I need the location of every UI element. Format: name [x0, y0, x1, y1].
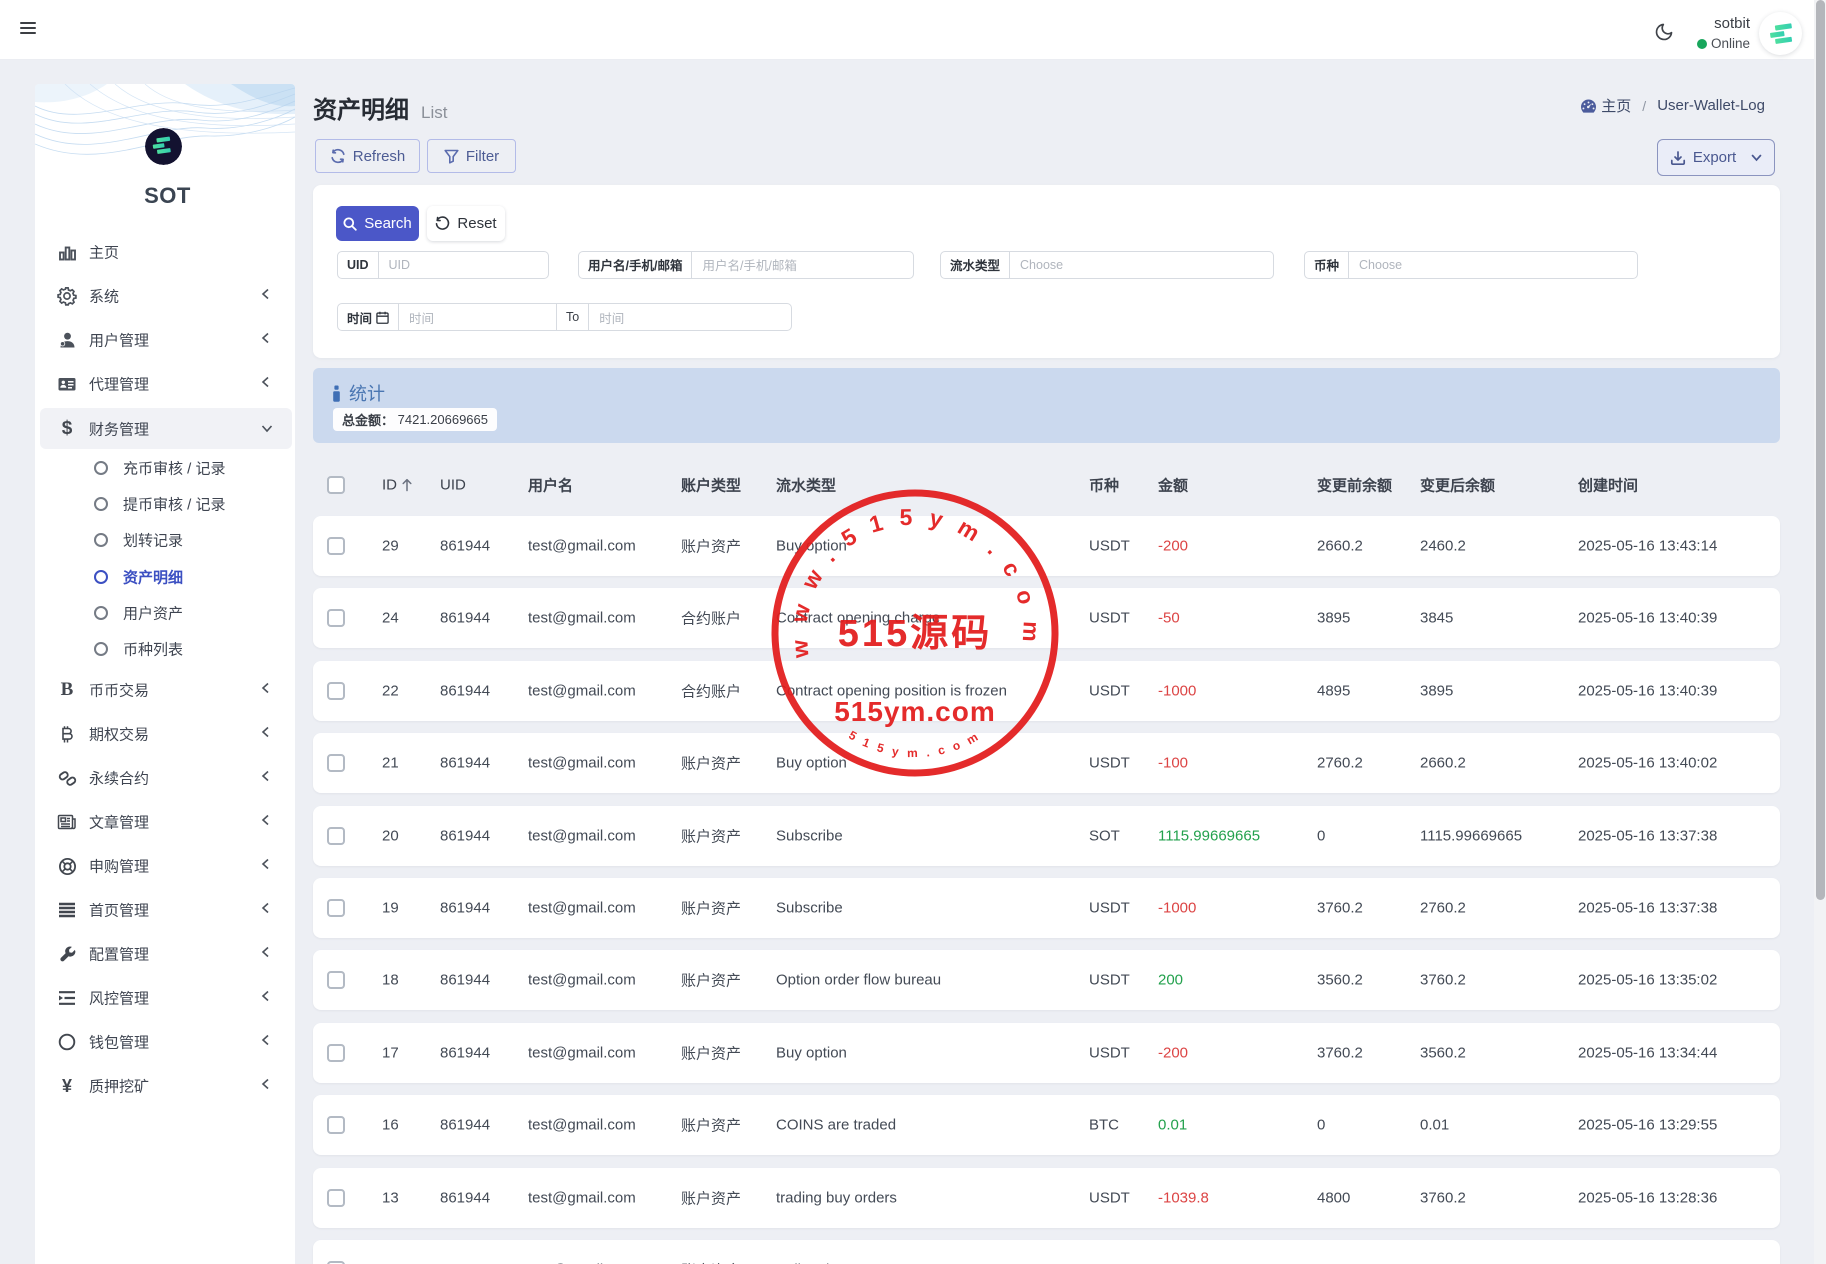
svg-text:515ym.com: 515ym.com — [834, 696, 996, 727]
svg-text:515ym.com: 515ym.com — [846, 725, 988, 760]
svg-text:515源码: 515源码 — [838, 613, 992, 655]
